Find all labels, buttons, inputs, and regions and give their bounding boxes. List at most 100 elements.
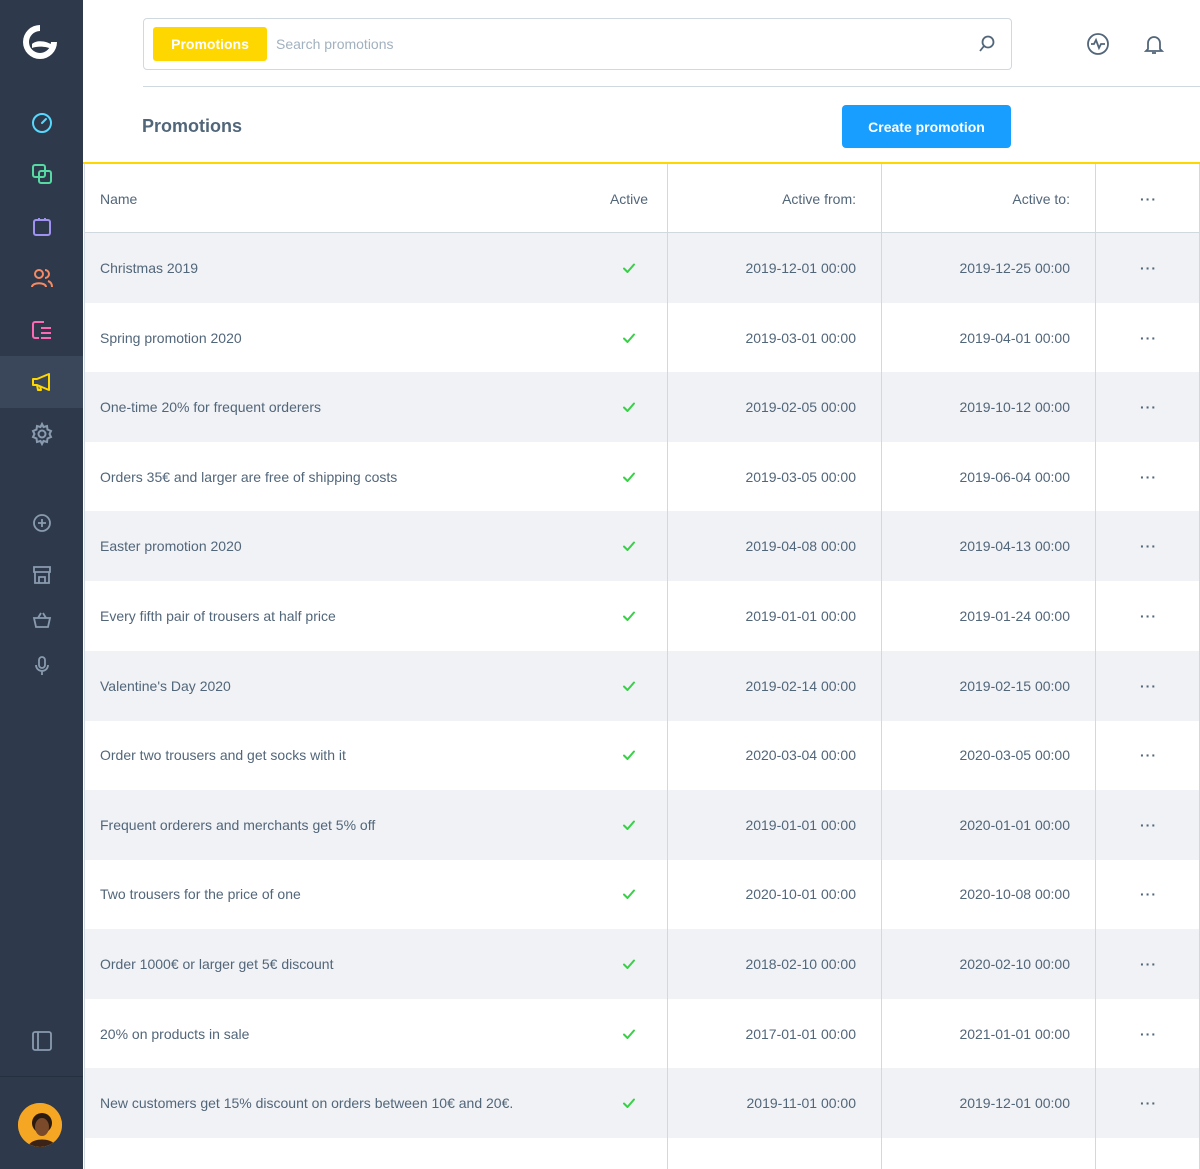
active-from-date: 2019-01-01 00:00 [745,608,856,624]
promotion-name[interactable]: Order 1000€ or larger get 5€ discount [100,929,580,999]
column-divider [1095,164,1096,1169]
row-context-menu-button[interactable]: ··· [1096,929,1200,999]
active-from-date: 2018-02-10 00:00 [745,956,856,972]
nav-marketing[interactable] [0,356,83,408]
table-row[interactable]: New customers get 15% discount on orders… [85,1068,1200,1139]
row-context-menu-button[interactable]: ··· [1096,303,1200,373]
search-icon[interactable] [977,34,997,54]
row-context-menu-button[interactable]: ··· [1096,581,1200,651]
column-header-name[interactable]: Name [100,164,580,233]
customers-icon [30,269,53,288]
promotion-name[interactable]: Frequent orderers and merchants get 5% o… [100,790,580,860]
nav-panel-toggle[interactable] [0,1015,83,1067]
active-from-date: 2019-01-01 00:00 [745,816,856,833]
nav-dashboard[interactable] [0,96,83,148]
active-check-icon [589,720,669,790]
column-header-active-from[interactable]: Active from: [668,164,856,233]
promotion-name[interactable]: Orders 35€ and larger are free of shippi… [100,442,580,512]
table-row[interactable]: 20% on products in sale 2017-01-01 00:00 2… [85,999,1200,1069]
active-from-date: 2020-10-01 00:00 [745,886,856,903]
table-row[interactable]: Every fifth pair of trousers at half pri… [85,581,1200,651]
table-row[interactable]: Spring promotion 2020 2019-03-01 00:00 201… [85,303,1200,373]
promotion-name[interactable]: Two trousers for the price of one [100,859,580,929]
active-check-icon [589,999,669,1069]
nav-catalogue[interactable] [0,148,83,200]
create-promotion-button[interactable]: Create promotion [842,105,1011,148]
table-row[interactable]: Easter promotion 2020 2019-04-08 00:00 201… [85,511,1200,582]
nav-content[interactable] [0,304,83,356]
active-check-icon [589,859,669,929]
active-to-date: 2019-04-01 00:00 [959,329,1070,346]
row-context-menu-button[interactable]: ··· [1096,790,1200,860]
promotion-name[interactable]: One-time 20% for frequent orderers [100,372,580,442]
table-row[interactable]: One-time 20% for frequent orderers 2019-0… [85,372,1200,443]
active-from-date: 2020-03-04 00:00 [745,747,856,764]
table-row[interactable]: Frequent orderers and merchants get 5% o… [85,789,1200,860]
active-from-date: 2019-02-14 00:00 [745,677,856,694]
row-context-menu-button[interactable]: ··· [1096,233,1200,303]
row-context-menu-button[interactable]: ··· [1096,720,1200,790]
notification-bell-icon[interactable] [1142,32,1166,56]
table-row[interactable]: Two trousers for the price of one 2020-10… [85,859,1200,929]
active-check-icon [589,372,669,442]
promotion-name[interactable]: Every fifth pair of trousers at half pri… [100,581,580,651]
promotion-name[interactable]: New customers get 15% discount on orders… [100,1068,580,1138]
column-settings-button[interactable]: ··· [1096,164,1200,233]
promotion-name[interactable]: Valentine's Day 2020 [100,651,580,721]
row-context-menu-button[interactable]: ··· [1096,511,1200,581]
active-check-icon [589,929,669,999]
global-search: Promotions [143,18,1012,70]
column-header-active-to[interactable]: Active to: [882,164,1070,233]
basket-icon [32,612,51,628]
active-from-date: 2019-12-01 00:00 [745,260,856,276]
marketing-icon [31,373,50,391]
nav-customers[interactable] [0,252,83,304]
content-icon [31,321,51,339]
promotion-name[interactable]: Easter promotion 2020 [100,511,580,581]
table-row[interactable]: Valentine's Day 2020 2019-02-14 00:00 2019… [85,650,1200,721]
active-check-icon [589,651,669,721]
active-from-date: 2017-01-01 00:00 [745,1025,856,1042]
active-to-date: 2019-12-01 00:00 [959,1095,1070,1112]
user-avatar[interactable] [18,1103,62,1147]
storefront-icon [32,566,51,584]
activity-icon[interactable] [1086,32,1110,56]
column-header-active[interactable]: Active [589,164,669,233]
nav-basket[interactable] [0,594,83,646]
shopware-logo[interactable] [20,22,60,62]
settings-icon [31,422,52,446]
promotion-name[interactable]: Order two trousers and get socks with it [100,720,580,790]
panel-toggle-icon [31,1031,52,1051]
search-type-badge[interactable]: Promotions [153,27,267,61]
microphone-icon [34,656,49,675]
promotion-name[interactable]: Christmas 2019 [100,233,580,303]
active-check-icon [589,1068,669,1138]
table-row[interactable]: Order 1000€ or larger get 5€ discount 201… [85,929,1200,999]
nav-orders[interactable] [0,200,83,252]
promotion-name[interactable]: Spring promotion 2020 [100,303,580,373]
active-to-date: 2020-03-05 00:00 [959,747,1070,764]
nav-settings[interactable] [0,408,83,460]
grid-header: Name Active Active from: Active to: ··· [85,164,1200,233]
active-from-date: 2019-02-05 00:00 [745,399,856,416]
sidebar-divider [0,1076,83,1077]
active-to-date: 2019-04-13 00:00 [959,538,1070,555]
active-to-date: 2019-06-04 00:00 [959,468,1070,485]
row-context-menu-button[interactable]: ··· [1096,651,1200,721]
nav-microphone[interactable] [0,640,83,692]
nav-add[interactable] [0,497,83,549]
active-to-date: 2020-02-10 00:00 [959,956,1070,972]
row-context-menu-button[interactable]: ··· [1096,859,1200,929]
row-context-menu-button[interactable]: ··· [1096,999,1200,1069]
row-context-menu-button[interactable]: ··· [1096,442,1200,512]
active-check-icon [589,303,669,373]
add-icon [32,514,51,532]
row-context-menu-button[interactable]: ··· [1096,1068,1200,1138]
search-input[interactable] [276,29,956,59]
row-context-menu-button[interactable]: ··· [1096,372,1200,442]
table-row[interactable]: Christmas 2019 2019-12-01 00:00 2019-12-25… [85,233,1200,303]
table-row[interactable]: Orders 35€ and larger are free of shippi… [85,442,1200,512]
table-row[interactable]: Order two trousers and get socks with it… [85,720,1200,790]
main-sidebar [0,0,83,1169]
promotion-name[interactable]: 20% on products in sale [100,999,580,1069]
